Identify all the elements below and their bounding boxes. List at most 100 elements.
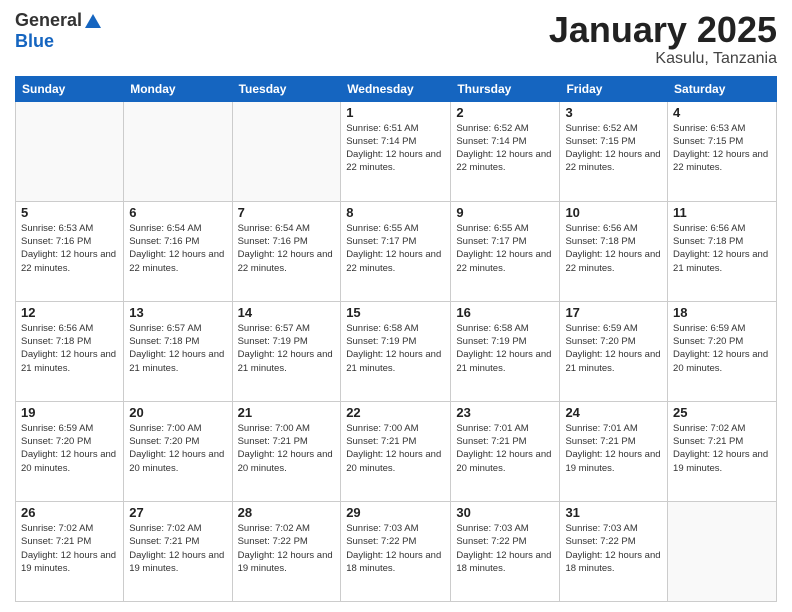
day-info: Sunrise: 6:56 AM Sunset: 7:18 PM Dayligh… xyxy=(565,222,662,275)
calendar-cell: 3Sunrise: 6:52 AM Sunset: 7:15 PM Daylig… xyxy=(560,101,668,201)
day-info: Sunrise: 6:55 AM Sunset: 7:17 PM Dayligh… xyxy=(346,222,445,275)
day-info: Sunrise: 6:51 AM Sunset: 7:14 PM Dayligh… xyxy=(346,122,445,175)
day-number: 7 xyxy=(238,205,336,220)
location: Kasulu, Tanzania xyxy=(549,50,777,68)
month-title: January 2025 xyxy=(549,10,777,50)
day-number: 15 xyxy=(346,305,445,320)
weekday-header-friday: Friday xyxy=(560,76,668,101)
day-number: 6 xyxy=(129,205,226,220)
day-number: 1 xyxy=(346,105,445,120)
logo: General Blue xyxy=(15,10,102,52)
calendar-cell: 23 Sunrise: 7:01 AM Sunset: 7:21 PM Dayli… xyxy=(451,401,560,501)
day-info: Sunrise: 7:00 AM Sunset: 7:20 PM Dayligh… xyxy=(129,422,226,475)
day-number: 2 xyxy=(456,105,554,120)
day-number: 17 xyxy=(565,305,662,320)
weekday-header-row: SundayMondayTuesdayWednesdayThursdayFrid… xyxy=(16,76,777,101)
week-row-3: 12Sunrise: 6:56 AM Sunset: 7:18 PM Dayli… xyxy=(16,301,777,401)
calendar-cell xyxy=(668,501,777,601)
weekday-header-sunday: Sunday xyxy=(16,76,124,101)
day-number: 5 xyxy=(21,205,118,220)
calendar-cell: 12Sunrise: 6:56 AM Sunset: 7:18 PM Dayli… xyxy=(16,301,124,401)
day-info: Sunrise: 7:01 AM Sunset: 7:21 PM Dayligh… xyxy=(565,422,662,475)
calendar-cell: 22Sunrise: 7:00 AM Sunset: 7:21 PM Dayli… xyxy=(341,401,451,501)
day-number: 19 xyxy=(21,405,118,420)
day-info: Sunrise: 6:56 AM Sunset: 7:18 PM Dayligh… xyxy=(673,222,771,275)
calendar-cell: 20 Sunrise: 7:00 AM Sunset: 7:20 PM Dayli… xyxy=(124,401,232,501)
calendar-cell: 1 Sunrise: 6:51 AM Sunset: 7:14 PM Daylig… xyxy=(341,101,451,201)
logo-general: General xyxy=(15,10,82,31)
calendar-cell: 7 Sunrise: 6:54 AM Sunset: 7:16 PM Daylig… xyxy=(232,201,341,301)
calendar-cell: 29Sunrise: 7:03 AM Sunset: 7:22 PM Dayli… xyxy=(341,501,451,601)
day-info: Sunrise: 6:52 AM Sunset: 7:15 PM Dayligh… xyxy=(565,122,662,175)
day-info: Sunrise: 6:55 AM Sunset: 7:17 PM Dayligh… xyxy=(456,222,554,275)
day-info: Sunrise: 6:59 AM Sunset: 7:20 PM Dayligh… xyxy=(21,422,118,475)
calendar-cell: 19 Sunrise: 6:59 AM Sunset: 7:20 PM Dayli… xyxy=(16,401,124,501)
day-info: Sunrise: 7:02 AM Sunset: 7:21 PM Dayligh… xyxy=(21,522,118,575)
day-number: 21 xyxy=(238,405,336,420)
calendar-cell: 24 Sunrise: 7:01 AM Sunset: 7:21 PM Dayli… xyxy=(560,401,668,501)
calendar-cell: 2Sunrise: 6:52 AM Sunset: 7:14 PM Daylig… xyxy=(451,101,560,201)
calendar-table: SundayMondayTuesdayWednesdayThursdayFrid… xyxy=(15,76,777,602)
calendar-cell: 14Sunrise: 6:57 AM Sunset: 7:19 PM Dayli… xyxy=(232,301,341,401)
calendar-cell: 9 Sunrise: 6:55 AM Sunset: 7:17 PM Daylig… xyxy=(451,201,560,301)
calendar-cell: 17 Sunrise: 6:59 AM Sunset: 7:20 PM Dayli… xyxy=(560,301,668,401)
calendar-cell: 10 Sunrise: 6:56 AM Sunset: 7:18 PM Dayli… xyxy=(560,201,668,301)
week-row-1: 1 Sunrise: 6:51 AM Sunset: 7:14 PM Daylig… xyxy=(16,101,777,201)
day-info: Sunrise: 7:03 AM Sunset: 7:22 PM Dayligh… xyxy=(346,522,445,575)
calendar-cell: 18 Sunrise: 6:59 AM Sunset: 7:20 PM Dayli… xyxy=(668,301,777,401)
calendar-cell: 6 Sunrise: 6:54 AM Sunset: 7:16 PM Daylig… xyxy=(124,201,232,301)
logo-blue: Blue xyxy=(15,31,54,52)
day-number: 4 xyxy=(673,105,771,120)
calendar-cell: 11Sunrise: 6:56 AM Sunset: 7:18 PM Dayli… xyxy=(668,201,777,301)
day-number: 9 xyxy=(456,205,554,220)
calendar-cell: 28 Sunrise: 7:02 AM Sunset: 7:22 PM Dayli… xyxy=(232,501,341,601)
day-info: Sunrise: 7:03 AM Sunset: 7:22 PM Dayligh… xyxy=(456,522,554,575)
day-info: Sunrise: 7:03 AM Sunset: 7:22 PM Dayligh… xyxy=(565,522,662,575)
weekday-header-saturday: Saturday xyxy=(668,76,777,101)
day-number: 28 xyxy=(238,505,336,520)
calendar-cell xyxy=(16,101,124,201)
day-info: Sunrise: 6:53 AM Sunset: 7:16 PM Dayligh… xyxy=(21,222,118,275)
calendar-cell: 16 Sunrise: 6:58 AM Sunset: 7:19 PM Dayli… xyxy=(451,301,560,401)
day-info: Sunrise: 7:00 AM Sunset: 7:21 PM Dayligh… xyxy=(238,422,336,475)
day-info: Sunrise: 7:02 AM Sunset: 7:21 PM Dayligh… xyxy=(129,522,226,575)
day-number: 14 xyxy=(238,305,336,320)
calendar-cell: 27 Sunrise: 7:02 AM Sunset: 7:21 PM Dayli… xyxy=(124,501,232,601)
calendar-cell: 4 Sunrise: 6:53 AM Sunset: 7:15 PM Daylig… xyxy=(668,101,777,201)
day-info: Sunrise: 7:02 AM Sunset: 7:22 PM Dayligh… xyxy=(238,522,336,575)
day-number: 18 xyxy=(673,305,771,320)
weekday-header-wednesday: Wednesday xyxy=(341,76,451,101)
day-info: Sunrise: 6:59 AM Sunset: 7:20 PM Dayligh… xyxy=(565,322,662,375)
logo-arrow-icon xyxy=(84,12,102,30)
header: General Blue January 2025 Kasulu, Tanzan… xyxy=(15,10,777,68)
day-number: 30 xyxy=(456,505,554,520)
day-number: 31 xyxy=(565,505,662,520)
calendar-cell xyxy=(232,101,341,201)
day-info: Sunrise: 7:02 AM Sunset: 7:21 PM Dayligh… xyxy=(673,422,771,475)
day-number: 26 xyxy=(21,505,118,520)
calendar-cell: 26 Sunrise: 7:02 AM Sunset: 7:21 PM Dayli… xyxy=(16,501,124,601)
day-number: 23 xyxy=(456,405,554,420)
calendar-cell: 8Sunrise: 6:55 AM Sunset: 7:17 PM Daylig… xyxy=(341,201,451,301)
day-info: Sunrise: 6:58 AM Sunset: 7:19 PM Dayligh… xyxy=(456,322,554,375)
day-number: 16 xyxy=(456,305,554,320)
day-number: 27 xyxy=(129,505,226,520)
day-info: Sunrise: 6:54 AM Sunset: 7:16 PM Dayligh… xyxy=(129,222,226,275)
day-info: Sunrise: 6:59 AM Sunset: 7:20 PM Dayligh… xyxy=(673,322,771,375)
calendar-cell: 5 Sunrise: 6:53 AM Sunset: 7:16 PM Daylig… xyxy=(16,201,124,301)
day-info: Sunrise: 6:58 AM Sunset: 7:19 PM Dayligh… xyxy=(346,322,445,375)
week-row-4: 19 Sunrise: 6:59 AM Sunset: 7:20 PM Dayli… xyxy=(16,401,777,501)
day-info: Sunrise: 6:54 AM Sunset: 7:16 PM Dayligh… xyxy=(238,222,336,275)
calendar-cell: 25 Sunrise: 7:02 AM Sunset: 7:21 PM Dayli… xyxy=(668,401,777,501)
calendar-cell: 15 Sunrise: 6:58 AM Sunset: 7:19 PM Dayli… xyxy=(341,301,451,401)
day-info: Sunrise: 6:57 AM Sunset: 7:18 PM Dayligh… xyxy=(129,322,226,375)
week-row-2: 5 Sunrise: 6:53 AM Sunset: 7:16 PM Daylig… xyxy=(16,201,777,301)
day-info: Sunrise: 7:00 AM Sunset: 7:21 PM Dayligh… xyxy=(346,422,445,475)
day-number: 24 xyxy=(565,405,662,420)
calendar-cell: 21 Sunrise: 7:00 AM Sunset: 7:21 PM Dayli… xyxy=(232,401,341,501)
day-number: 25 xyxy=(673,405,771,420)
day-info: Sunrise: 6:53 AM Sunset: 7:15 PM Dayligh… xyxy=(673,122,771,175)
day-info: Sunrise: 7:01 AM Sunset: 7:21 PM Dayligh… xyxy=(456,422,554,475)
day-number: 10 xyxy=(565,205,662,220)
day-number: 20 xyxy=(129,405,226,420)
